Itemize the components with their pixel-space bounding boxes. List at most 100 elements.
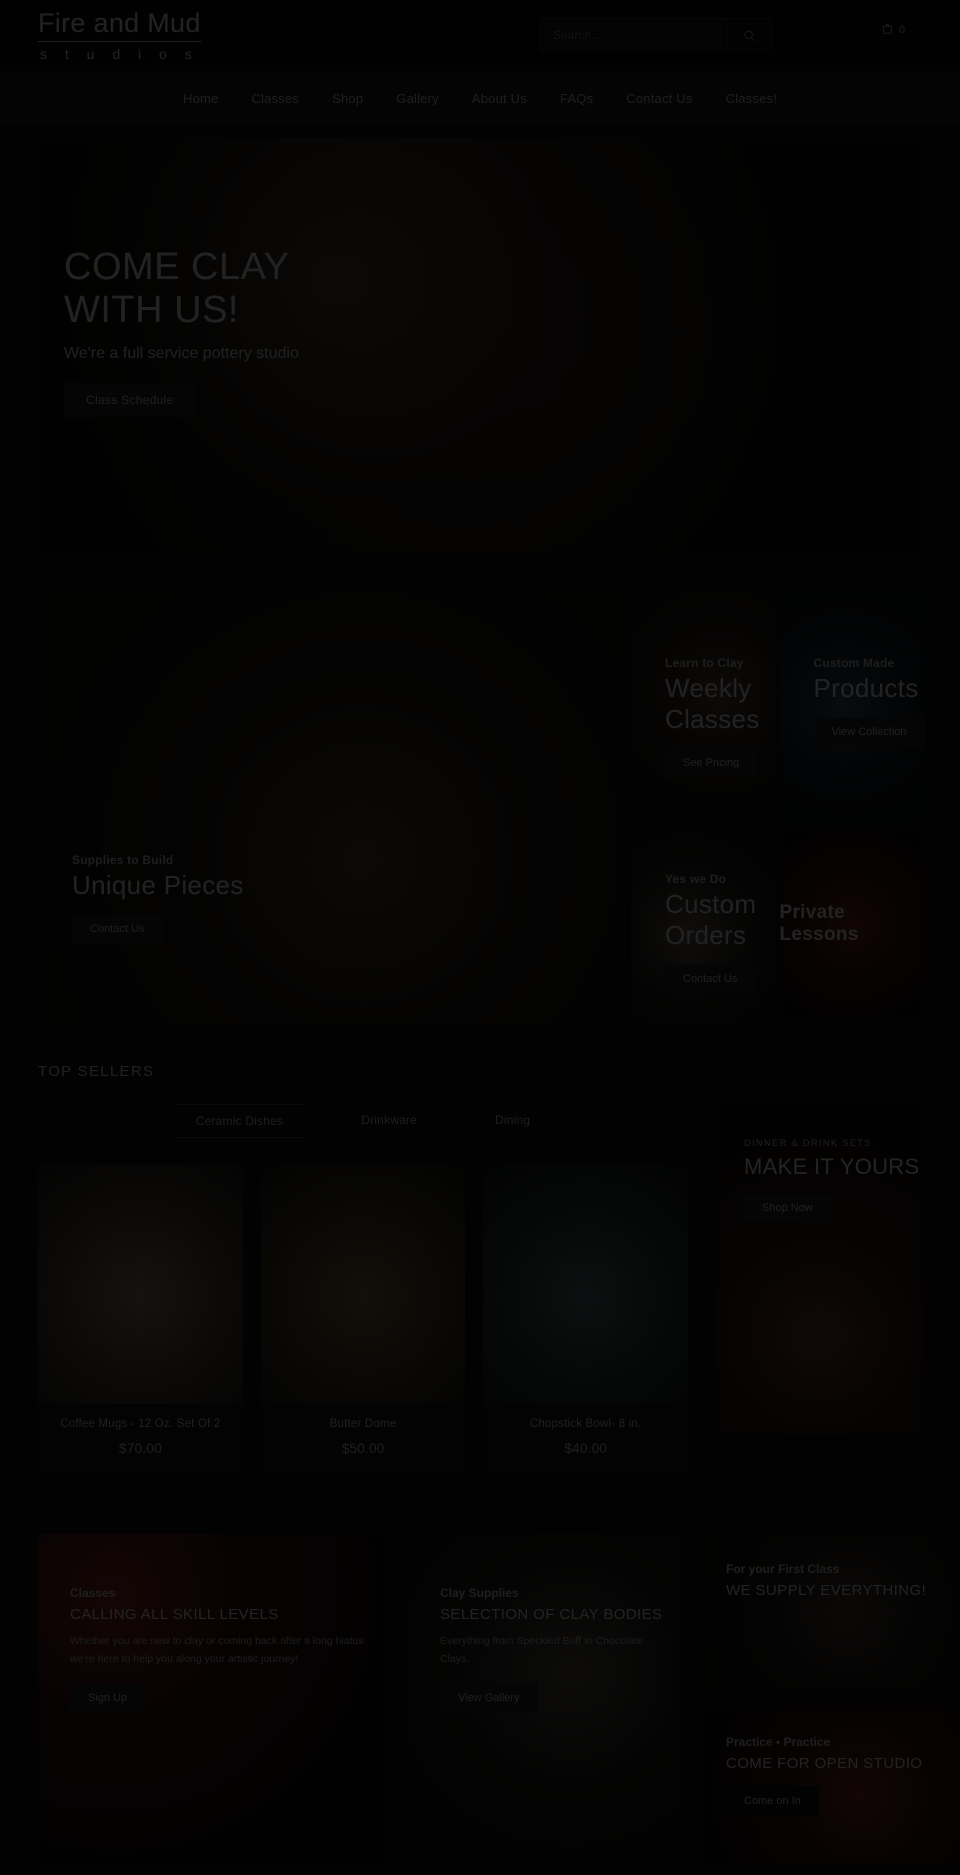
tab-drinkware[interactable]: Drinkware (341, 1104, 437, 1138)
info-card-eyebrow: For your First Class (726, 1562, 840, 1576)
feature-card-weekly-classes[interactable]: Learn to Clay Weekly Classes See Pricing (631, 588, 777, 823)
info-card-open-studio[interactable]: Practice • Practice COME FOR OPEN STUDIO… (698, 1707, 960, 1864)
product-name: Chopstick Bowl- 8 in. (529, 1418, 642, 1430)
site-header: Fire and Mud s t u d i o s 0 (0, 0, 960, 71)
product-card[interactable]: Chopstick Bowl- 8 in. $40.00 (483, 1164, 688, 1472)
feature-card-text: Custom Made Products View Collection (813, 656, 925, 746)
feature-card-text: Supplies to Build Unique Pieces Contact … (72, 853, 244, 943)
nav-item-home[interactable]: Home (183, 91, 218, 106)
logo-primary-text: Fire and Mud (38, 9, 201, 42)
hero-subtitle: We're a full service pottery studio (64, 345, 299, 363)
info-card-title: CALLING ALL SKILL LEVELS (70, 1606, 279, 1623)
hero-banner: COME CLAY WITH US! We're a full service … (38, 138, 922, 556)
feature-grid-row-top: Learn to Clay Weekly Classes See Pricing… (631, 588, 925, 823)
info-card-title: COME FOR OPEN STUDIO (726, 1755, 923, 1772)
feature-eyebrow: Supplies to Build (72, 853, 174, 867)
info-card-cta-come-on-in[interactable]: Come on In (726, 1786, 819, 1816)
cart-button[interactable]: 0 (880, 22, 905, 37)
feature-cta-contact-us[interactable]: Contact Us (665, 965, 756, 993)
feature-card-unique-pieces[interactable]: Supplies to Build Unique Pieces Contact … (38, 588, 628, 1025)
info-card-content: Clay Supplies SELECTION OF CLAY BODIES E… (440, 1586, 668, 1713)
search-input[interactable] (540, 18, 728, 52)
search-icon (744, 29, 756, 41)
product-name: Butter Dome (329, 1418, 397, 1430)
feature-eyebrow: Yes we Do (665, 872, 727, 886)
info-card-title: SELECTION OF CLAY BODIES (440, 1606, 663, 1623)
hero-cta-button[interactable]: Class Schedule (64, 383, 196, 418)
feature-title: Custom Orders (665, 889, 757, 950)
top-sellers-heading: TOP SELLERS (38, 1063, 155, 1080)
feature-title: Private Lessons (779, 902, 859, 945)
nav-item-faqs[interactable]: FAQs (560, 91, 593, 106)
info-card-eyebrow: Clay Supplies (440, 1586, 519, 1600)
bottom-cards-section: Classes CALLING ALL SKILL LEVELS Whether… (38, 1534, 960, 1864)
nav-item-classes[interactable]: Classes (251, 91, 299, 106)
info-card-body: Everything from Speckled Buff to Chocola… (440, 1635, 643, 1666)
site-logo[interactable]: Fire and Mud s t u d i o s (38, 9, 201, 62)
product-image (260, 1164, 466, 1404)
product-list: Coffee Mugs - 12 Oz. Set Of 2 $70.00 But… (38, 1164, 688, 1472)
info-card-eyebrow: Classes (70, 1586, 116, 1600)
product-card[interactable]: Butter Dome $50.00 (260, 1164, 466, 1472)
info-card-cta-view-gallery[interactable]: View Gallery (440, 1682, 538, 1713)
nav-item-classes-alt[interactable]: Classes! (726, 91, 777, 106)
tab-dining[interactable]: Dining (475, 1104, 550, 1138)
top-sellers-main: Ceramic Dishes Drinkware Dining Coffee M… (38, 1104, 688, 1472)
main-navigation: Home Classes Shop Gallery About Us FAQs … (0, 71, 960, 126)
product-name: Coffee Mugs - 12 Oz. Set Of 2 (60, 1418, 221, 1430)
product-price: $40.00 (564, 1440, 608, 1456)
info-card-classes[interactable]: Classes CALLING ALL SKILL LEVELS Whether… (38, 1534, 390, 1864)
info-card-eyebrow: Practice • Practice (726, 1735, 831, 1749)
product-price: $70.00 (118, 1440, 162, 1456)
feature-title: Products (813, 673, 919, 703)
feature-cta-contact-us[interactable]: Contact Us (72, 915, 163, 943)
promo-title: MAKE IT YOURS (744, 1154, 920, 1179)
top-sellers-layout: Ceramic Dishes Drinkware Dining Coffee M… (38, 1104, 922, 1472)
product-image (38, 1164, 243, 1404)
promo-cta-shop-now[interactable]: Shop Now (744, 1194, 831, 1222)
info-card-content: Classes CALLING ALL SKILL LEVELS Whether… (70, 1586, 366, 1713)
feature-cta-see-pricing[interactable]: See Pricing (665, 749, 758, 777)
nav-item-contact-us[interactable]: Contact Us (626, 91, 692, 106)
top-sellers-section: TOP SELLERS Ceramic Dishes Drinkware Din… (38, 1063, 922, 1472)
info-card-body: Whether you are new to clay or coming ba… (70, 1635, 364, 1666)
product-category-tabs: Ceramic Dishes Drinkware Dining (38, 1104, 688, 1138)
info-card-content: For your First Class WE SUPPLY EVERYTHIN… (726, 1562, 954, 1599)
product-price: $50.00 (341, 1440, 385, 1456)
feature-card-private-lessons[interactable]: Private Lessons (779, 826, 925, 1022)
search-button[interactable] (728, 18, 772, 52)
info-card-clay-supplies[interactable]: Clay Supplies SELECTION OF CLAY BODIES E… (408, 1534, 680, 1864)
tab-ceramic-dishes[interactable]: Ceramic Dishes (175, 1104, 304, 1138)
feature-grid: Learn to Clay Weekly Classes See Pricing… (38, 588, 925, 1025)
feature-title: Weekly Classes (665, 673, 760, 734)
feature-card-custom-orders[interactable]: Yes we Do Custom Orders Contact Us (631, 826, 777, 1022)
info-card-we-supply-everything[interactable]: For your First Class WE SUPPLY EVERYTHIN… (698, 1534, 960, 1691)
nav-item-gallery[interactable]: Gallery (396, 91, 439, 106)
product-card[interactable]: Coffee Mugs - 12 Oz. Set Of 2 $70.00 (38, 1164, 243, 1472)
info-card-cta-sign-up[interactable]: Sign Up (70, 1682, 146, 1713)
cart-count-badge: 0 (899, 23, 906, 36)
info-card-right-column: For your First Class WE SUPPLY EVERYTHIN… (698, 1534, 960, 1864)
promo-card-make-it-yours[interactable]: DINNER & DRINK SETS MAKE IT YOURS Shop N… (716, 1104, 922, 1434)
hero-content: COME CLAY WITH US! We're a full service … (64, 246, 299, 418)
feature-eyebrow: Learn to Clay (665, 656, 744, 670)
feature-grid-row-bottom: Yes we Do Custom Orders Contact Us Priva… (631, 826, 925, 1022)
hero-title-line1: COME CLAY (64, 246, 290, 288)
nav-item-about-us[interactable]: About Us (472, 91, 527, 106)
info-card-title: WE SUPPLY EVERYTHING! (726, 1582, 927, 1599)
feature-card-text: Yes we Do Custom Orders Contact Us (665, 872, 777, 993)
feature-title: Unique Pieces (72, 870, 244, 900)
nav-item-shop[interactable]: Shop (332, 91, 363, 106)
feature-cta-view-collection[interactable]: View Collection (813, 718, 925, 746)
feature-card-products[interactable]: Custom Made Products View Collection (779, 588, 925, 823)
cart-icon (882, 24, 893, 34)
feature-card-text: Learn to Clay Weekly Classes See Pricing (665, 656, 777, 777)
info-card-content: Practice • Practice COME FOR OPEN STUDIO… (726, 1735, 954, 1816)
search-bar (540, 18, 772, 52)
feature-grid-left: Learn to Clay Weekly Classes See Pricing… (631, 588, 925, 1022)
promo-eyebrow: DINNER & DRINK SETS (744, 1138, 872, 1149)
feature-eyebrow: Custom Made (813, 656, 895, 670)
logo-secondary-text: s t u d i o s (40, 45, 199, 62)
promo-content: DINNER & DRINK SETS MAKE IT YOURS Shop N… (744, 1138, 919, 1222)
hero-title-line2: WITH US! (64, 288, 239, 331)
